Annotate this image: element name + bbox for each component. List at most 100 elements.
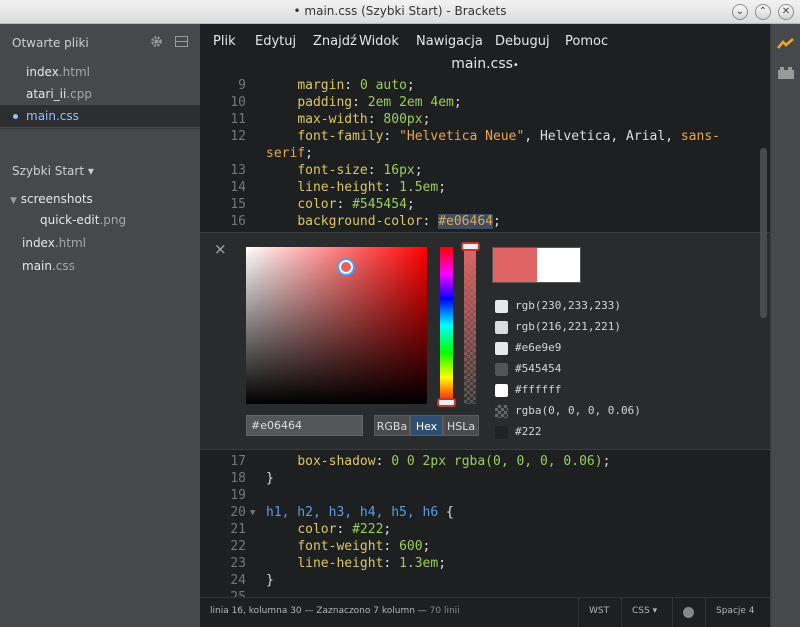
code-line: margin: 0 auto; [297,78,415,93]
line-number: 25 [200,590,246,597]
format-hex-button[interactable]: Hex [410,415,443,436]
window-title: • main.css (Szybki Start) - Brackets [293,4,507,18]
menubar: Plik Edytuj Znajdź Widok Nawigacja Debug… [200,24,770,80]
line-number: 16 [230,214,246,229]
working-file-item-selected[interactable]: main.css [0,105,200,127]
code-bottom[interactable]: 17 box-shadow: 0 0 2px rgba(0, 0, 0, 0.0… [200,454,770,597]
color-swatch-icon [495,363,508,376]
code-line: color: #222; [297,522,392,537]
close-inline-editor-button[interactable]: × [214,240,227,258]
tree-file[interactable]: index.html [22,233,86,253]
sidebar: Otwarte pliki index.html atari_ii.cpp ma… [0,24,200,627]
line-number: 12 [230,129,246,144]
live-preview-icon[interactable] [777,38,795,50]
line-number: 21 [230,522,246,537]
opacity-handle[interactable] [461,242,480,251]
sidebar-divider [0,128,200,129]
dirty-dot-icon [13,114,18,119]
color-value-input[interactable]: #e06464 [246,415,363,436]
hue-slider[interactable] [440,247,453,404]
status-divider [578,598,579,627]
indent-setting[interactable]: Spacje 4 [716,606,755,616]
cursor-position: linia 16, kolumna 30 — Zaznaczono 7 kolu… [210,606,460,616]
close-window-button[interactable]: ✕ [778,4,794,20]
code-line: color: #545454; [297,197,415,212]
vertical-scrollbar[interactable] [760,148,767,318]
code-line: box-shadow: 0 0 2px rgba(0, 0, 0, 0.06); [297,454,611,469]
code-line: background-color: #e06464; [297,214,501,229]
statusbar: linia 16, kolumna 30 — Zaznaczono 7 kolu… [200,597,770,627]
project-dropdown[interactable]: Szybki Start ▾ [12,164,94,178]
code-line: line-height: 1.5em; [297,180,447,195]
line-number: 17 [230,454,246,469]
code-line: font-weight: 600; [297,539,431,554]
tree-file[interactable]: quick-edit.png [40,210,126,230]
hue-handle[interactable] [437,398,456,407]
code-line: font-family: "Helvetica Neue", Helvetica… [297,129,720,144]
minimize-button[interactable]: ⌄ [732,4,748,20]
status-divider [621,598,622,627]
code-line: } [266,573,274,588]
line-number: 9 [238,78,246,93]
inline-color-editor: × #e06464 RGBa Hex HSLa rgb(230,233,233)… [200,232,770,450]
opacity-slider[interactable] [464,247,476,404]
line-number: 24 [230,573,246,588]
original-color-swatch[interactable] [537,248,580,282]
working-file-item[interactable]: index.html [0,61,200,83]
format-hsla-button[interactable]: HSLa [443,415,479,436]
line-number: 23 [230,556,246,571]
file-title: main.css• [451,56,519,72]
color-swatch-icon [495,384,508,397]
color-swatch-icon [495,300,508,313]
line-number: 13 [230,163,246,178]
saturation-picker[interactable] [246,247,427,404]
working-file-item[interactable]: atari_ii.cpp [0,83,200,105]
tree-folder[interactable]: ▼ screenshots [10,189,93,209]
dirty-marker: • [512,60,519,71]
fold-arrow-icon[interactable]: ▼ [250,508,255,518]
gear-icon[interactable] [150,35,163,48]
editor: Plik Edytuj Znajdź Widok Nawigacja Debug… [200,24,770,627]
menu-debug[interactable]: Debuguj [495,34,550,49]
menu-view[interactable]: Widok [359,34,399,49]
line-number: 15 [230,197,246,212]
menu-file[interactable]: Plik [213,34,236,49]
code-line: line-height: 1.3em; [297,556,447,571]
format-rgba-button[interactable]: RGBa [374,415,410,436]
code-top[interactable]: 9 margin: 0 auto; 10 padding: 2em 2em 4e… [200,78,770,232]
new-color-swatch [493,248,537,282]
line-number: 10 [230,95,246,110]
maximize-button[interactable]: ⌃ [755,4,771,20]
code-line: padding: 2em 2em 4em; [297,95,462,110]
status-divider [672,598,673,627]
window-titlebar: • main.css (Szybki Start) - Brackets ⌄ ⌃… [0,0,800,24]
overwrite-mode-toggle[interactable]: WST [589,606,609,616]
code-line: h1, h2, h3, h4, h5, h6 { [266,505,454,520]
split-view-icon[interactable] [175,35,188,48]
color-swatch-icon [495,342,508,355]
menu-help[interactable]: Pomoc [565,34,608,49]
line-number: 22 [230,539,246,554]
right-toolbar [770,24,800,627]
language-selector[interactable]: CSS ▾ [632,606,657,616]
extension-manager-icon[interactable] [777,66,795,80]
linter-status-icon[interactable] [683,607,694,618]
tree-file[interactable]: main.css [22,256,75,276]
code-line: max-width: 800px; [297,112,431,127]
menu-navigate[interactable]: Nawigacja [416,34,483,49]
color-swatch-icon [495,405,508,418]
color-swatch-comparison [492,247,581,283]
line-number: 20 [230,505,246,520]
line-number: 19 [230,488,246,503]
line-number: 18 [230,471,246,486]
selected-color-value: #e06464 [438,214,493,229]
code-line: } [266,471,274,486]
code-line: font-size: 16px; [297,163,423,178]
line-number: 11 [230,112,246,127]
menu-edit[interactable]: Edytuj [255,34,296,49]
code-line-wrapped: serif; [266,146,313,161]
saturation-handle[interactable] [337,258,355,276]
menu-find[interactable]: Znajdź [313,34,357,49]
color-swatch-icon [495,321,508,334]
folder-expanded-icon: ▼ [10,196,17,206]
